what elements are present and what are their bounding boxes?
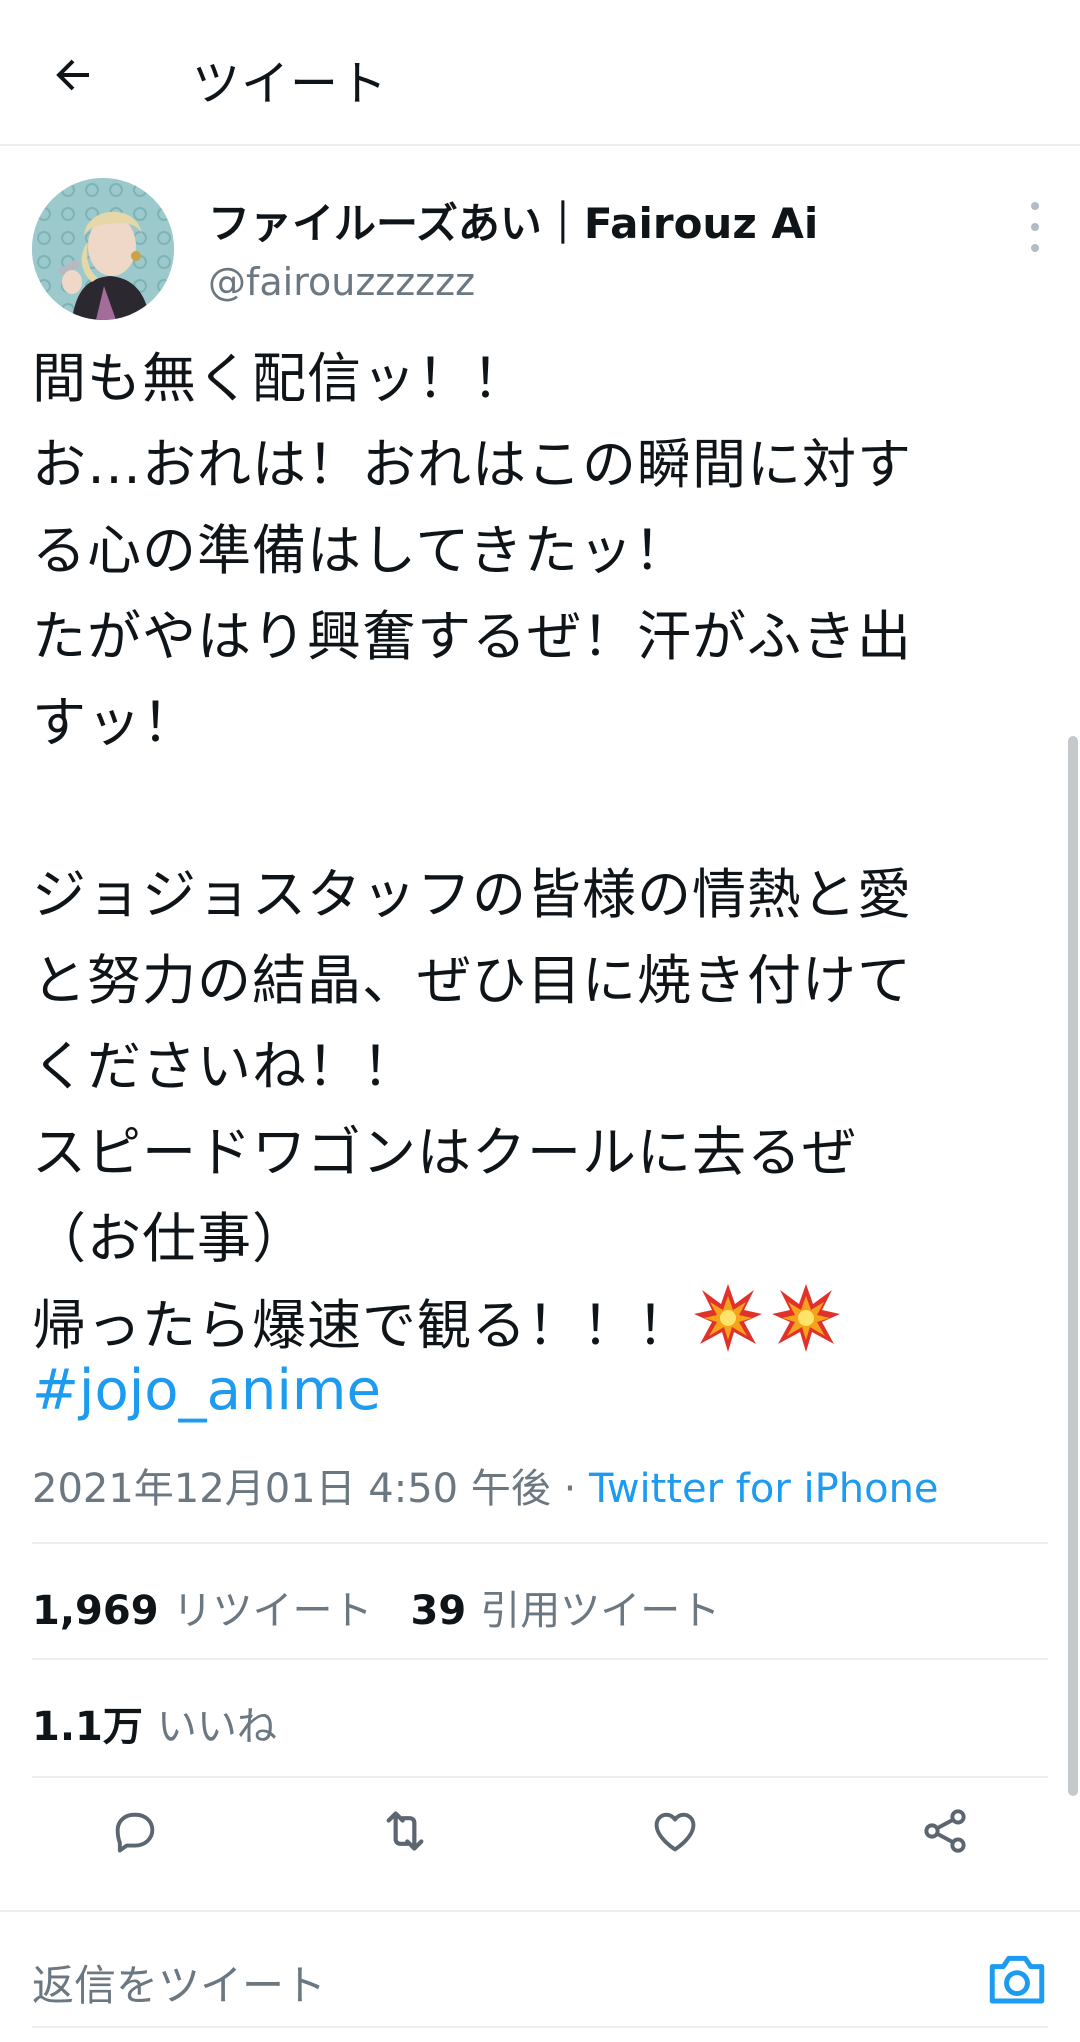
tweet-line: と努力の結晶、ぜひ目に焼き付けて: [32, 949, 912, 1012]
share-button[interactable]: [914, 1800, 976, 1862]
more-options-button[interactable]: [1020, 202, 1050, 252]
tweet-line: たがやはり興奮するぜ！汗がふき出: [32, 605, 912, 668]
tweet-line: （お仕事）: [32, 1207, 307, 1270]
user-handle[interactable]: @fairouzzzzzz: [208, 260, 475, 304]
back-button[interactable]: [40, 42, 106, 108]
divider: [32, 1658, 1048, 1660]
page-title: ツイート: [192, 56, 389, 112]
tweet-action-bar: [0, 1778, 1080, 1884]
tweet-line: お…おれは！おれはこの瞬間に対す: [32, 433, 912, 496]
tweet-text: 間も無く配信ッ！！ お…おれは！おれはこの瞬間に対す る心の準備はしてきたッ！ …: [32, 336, 1048, 1368]
quotes-count: 39: [410, 1588, 467, 1634]
tweet-line: ジョジョスタッフの皆様の情熱と愛: [32, 863, 912, 926]
like-button[interactable]: [644, 1800, 706, 1862]
collision-emoji-icon: [694, 1284, 762, 1352]
avatar[interactable]: [32, 178, 174, 320]
tweet-author: ファイルーズあい｜Fairouz Ai @fairouzzzzzz: [32, 176, 1048, 326]
timestamp[interactable]: 2021年12月01日 4:50 午後: [32, 1466, 551, 1512]
retweets-count: 1,969: [32, 1588, 159, 1634]
hashtag-link[interactable]: #jojo_anime: [32, 1358, 381, 1423]
tweet-line: 帰ったら爆速で観る！！！: [32, 1294, 692, 1357]
source-link[interactable]: Twitter for iPhone: [589, 1466, 939, 1512]
retweets-label: リツイート: [172, 1588, 373, 1634]
camera-icon: [989, 1955, 1045, 2004]
meta-separator: ·: [550, 1466, 590, 1512]
tweet-line: くださいね！！: [32, 1035, 417, 1098]
reply-composer: 返信をツイート: [0, 1910, 1080, 2042]
collision-emoji-icon: [772, 1284, 840, 1352]
divider: [32, 1542, 1048, 1544]
tweet-line: 間も無く配信ッ！！: [32, 347, 527, 410]
divider: [32, 2026, 1048, 2028]
top-app-bar: ツイート: [0, 0, 1080, 146]
retweet-button[interactable]: [374, 1800, 436, 1862]
reply-icon: [115, 1812, 155, 1853]
tweet-line-with-emoji: 帰ったら爆速で観る！！！: [32, 1282, 1048, 1368]
share-icon: [924, 1809, 966, 1853]
quotes-stat[interactable]: 39 引用ツイート: [411, 1578, 721, 1636]
likes-label: いいね: [156, 1704, 277, 1750]
tweet-line: る心の準備はしてきたッ！: [32, 519, 689, 582]
display-name[interactable]: ファイルーズあい｜Fairouz Ai: [208, 190, 818, 251]
likes-count: 1.1万: [32, 1704, 143, 1750]
camera-button[interactable]: [984, 1948, 1050, 2010]
likes-stat[interactable]: 1.1万 いいね: [32, 1694, 277, 1752]
arrow-left-icon: [56, 59, 89, 91]
like-icon: [654, 1812, 696, 1852]
scrollbar[interactable]: [1068, 736, 1078, 1796]
retweets-stat[interactable]: 1,969 リツイート: [32, 1578, 373, 1636]
more-vertical-icon: [1031, 202, 1039, 210]
reply-input[interactable]: 返信をツイート: [32, 1952, 932, 2013]
quotes-label: 引用ツイート: [480, 1588, 721, 1634]
tweet-line: スピードワゴンはクールに去るぜ: [32, 1121, 857, 1184]
retweet-icon: [386, 1811, 424, 1851]
tweet-line: すッ！: [32, 691, 197, 754]
tweet-metadata: 2021年12月01日 4:50 午後 · Twitter for iPhone: [32, 1456, 939, 1514]
tweet-line: [32, 766, 1048, 852]
engagement-stats: 1,969 リツイート 39 引用ツイート: [32, 1578, 758, 1636]
reply-button[interactable]: [104, 1800, 166, 1862]
